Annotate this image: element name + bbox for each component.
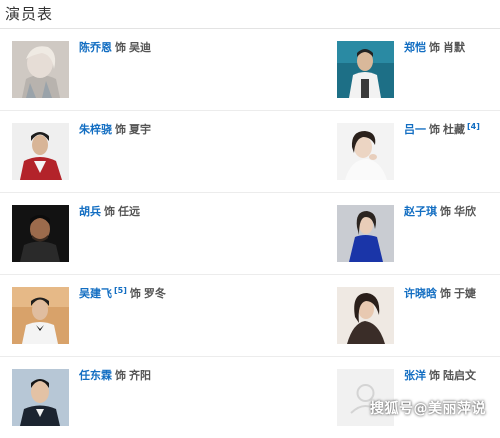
role-name: 肖默 [443, 41, 465, 54]
actor-photo[interactable] [12, 41, 69, 98]
actor-photo[interactable] [337, 123, 394, 180]
actor-name[interactable]: 郑恺 [404, 41, 426, 54]
citation-link[interactable]: [4] [467, 122, 480, 131]
actor-photo[interactable] [12, 369, 69, 426]
actor-name[interactable]: 赵子琪 [404, 205, 437, 218]
role-name: 陆启文 [443, 369, 476, 382]
section-title: 演员表 [5, 5, 54, 23]
role-prefix: 饰 [440, 287, 451, 300]
cast-card: 许晓晗饰于婕 [337, 275, 500, 356]
actor-photo[interactable] [337, 287, 394, 344]
role-prefix: 饰 [129, 287, 141, 300]
actor-name[interactable]: 任东霖 [79, 369, 112, 382]
role-name: 华欣 [454, 205, 476, 218]
role-prefix: 饰 [440, 205, 451, 218]
cast-row: 胡兵饰任远 赵子琪饰华欣 [0, 193, 500, 275]
actor-name[interactable]: 吴建飞 [79, 287, 112, 300]
role-prefix: 饰 [429, 41, 440, 54]
citation-link[interactable]: [5] [114, 286, 127, 295]
role-prefix: 饰 [115, 41, 126, 54]
cast-card: 赵子琪饰华欣 [337, 193, 500, 274]
actor-photo[interactable] [337, 41, 394, 98]
role-name: 任远 [118, 205, 140, 218]
source-watermark: 搜狐号@美丽萍说 [370, 401, 486, 417]
actor-photo[interactable] [12, 205, 69, 262]
cast-card: 朱梓骁饰夏宇 [12, 111, 332, 192]
cast-row: 吴建飞 [5] 饰罗冬 许晓晗饰于婕 [0, 275, 500, 357]
actor-photo[interactable] [337, 205, 394, 262]
actor-name[interactable]: 朱梓骁 [79, 123, 112, 136]
cast-card: 陈乔恩饰吴迪 [12, 29, 332, 110]
cast-card: 任东霖饰齐阳 [12, 357, 332, 438]
actor-name[interactable]: 胡兵 [79, 205, 101, 218]
cast-card: 郑恺饰肖默 [337, 29, 500, 110]
cast-row: 陈乔恩饰吴迪 郑恺饰肖默 [0, 29, 500, 111]
role-name: 齐阳 [129, 369, 151, 382]
actor-name[interactable]: 许晓晗 [404, 287, 437, 300]
role-name: 杜藏 [443, 123, 465, 136]
role-prefix: 饰 [429, 369, 440, 382]
role-name: 于婕 [454, 287, 476, 300]
cast-card: 吕一饰杜藏 [4] [337, 111, 500, 192]
actor-name[interactable]: 张洋 [404, 369, 426, 382]
actor-photo[interactable] [12, 123, 69, 180]
role-prefix: 饰 [115, 369, 126, 382]
cast-row: 朱梓骁饰夏宇 吕一饰杜藏 [4] [0, 111, 500, 193]
role-name: 吴迪 [129, 41, 151, 54]
role-prefix: 饰 [115, 123, 126, 136]
actor-name[interactable]: 吕一 [404, 123, 426, 136]
role-prefix: 饰 [104, 205, 115, 218]
actor-photo[interactable] [12, 287, 69, 344]
role-name: 罗冬 [143, 287, 166, 300]
actor-name[interactable]: 陈乔恩 [79, 41, 112, 54]
role-name: 夏宇 [129, 123, 151, 136]
role-prefix: 饰 [429, 123, 440, 136]
cast-card: 胡兵饰任远 [12, 193, 332, 274]
cast-card: 吴建飞 [5] 饰罗冬 [12, 275, 332, 356]
